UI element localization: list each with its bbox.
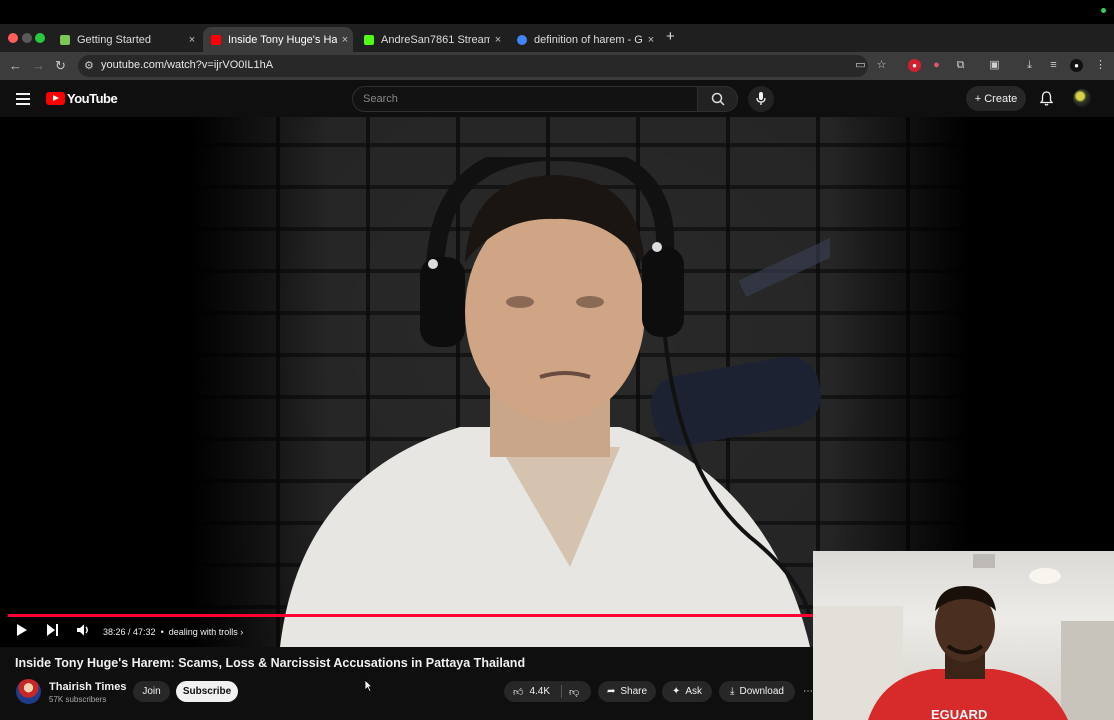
play-icon[interactable] bbox=[16, 623, 28, 637]
extensions-puzzle-icon[interactable]: ⧉ bbox=[954, 59, 967, 72]
channel-avatar[interactable] bbox=[16, 679, 41, 704]
tab-title: definition of harem - Google S bbox=[534, 33, 643, 46]
url-text: youtube.com/watch?v=ijrVO0IL1hA bbox=[101, 59, 274, 71]
reload-icon[interactable]: ↻ bbox=[55, 58, 66, 74]
time-display: 38:26 / 47:32 • dealing with trolls › bbox=[103, 627, 243, 637]
tab-close-icon[interactable]: × bbox=[490, 34, 506, 46]
download-icon: ⤓ bbox=[730, 686, 735, 697]
minimize-window-button[interactable] bbox=[22, 33, 32, 43]
youtube-header: YouTube Search + Create bbox=[0, 80, 1114, 117]
close-window-button[interactable] bbox=[8, 33, 18, 43]
install-app-icon[interactable]: ▭ bbox=[854, 59, 867, 72]
join-button[interactable]: Join bbox=[133, 681, 170, 702]
like-count: 4.4K bbox=[529, 686, 551, 697]
volume-icon[interactable] bbox=[76, 623, 90, 637]
subscribe-button[interactable]: Subscribe bbox=[176, 681, 238, 702]
kick-favicon-icon bbox=[364, 34, 374, 45]
search-placeholder: Search bbox=[363, 93, 398, 105]
video-progress-bar[interactable] bbox=[8, 614, 813, 617]
search-icon bbox=[711, 92, 725, 106]
video-title: Inside Tony Huge's Harem: Scams, Loss & … bbox=[15, 656, 526, 670]
like-dislike-group: 👍︎ 4.4K 👎︎ bbox=[504, 681, 591, 702]
profile-avatar-icon[interactable]: ● bbox=[1070, 59, 1083, 72]
next-video-icon[interactable] bbox=[46, 623, 59, 637]
tab-close-icon[interactable]: × bbox=[643, 34, 659, 46]
dislike-button[interactable]: 👎︎ bbox=[569, 686, 579, 698]
extension-icon[interactable]: ● bbox=[930, 59, 943, 72]
time-separator: • bbox=[160, 627, 164, 637]
share-arrow-icon: ➦ bbox=[606, 686, 616, 697]
youtube-wordmark: YouTube bbox=[67, 91, 118, 106]
channel-name[interactable]: Thairish Times bbox=[49, 681, 126, 693]
webcam-person: EGUARD bbox=[813, 554, 1114, 720]
browser-tab[interactable]: Getting Started × bbox=[52, 27, 200, 52]
tab-title: Getting Started bbox=[77, 33, 151, 46]
share-button[interactable]: ➦ Share bbox=[598, 681, 656, 702]
sparkle-icon: ✦ bbox=[671, 686, 681, 697]
share-label: Share bbox=[620, 686, 648, 697]
tab-close-icon[interactable]: × bbox=[184, 34, 200, 46]
thumbs-up-icon: 👍︎ bbox=[513, 686, 524, 698]
new-tab-button[interactable]: + bbox=[666, 28, 675, 45]
webcam-overlay: EGUARD bbox=[813, 551, 1114, 720]
thumbs-down-icon: 👎︎ bbox=[569, 686, 580, 698]
browser-tab[interactable]: definition of harem - Google S × bbox=[509, 27, 659, 52]
create-button[interactable]: + Create bbox=[966, 86, 1026, 111]
media-control-icon[interactable]: ≡ bbox=[1047, 59, 1060, 72]
svg-text:EGUARD: EGUARD bbox=[931, 707, 987, 720]
youtube-logo[interactable]: YouTube bbox=[46, 91, 118, 106]
browser-menu-icon[interactable]: ⋮ bbox=[1094, 59, 1107, 72]
download-label: Download bbox=[739, 686, 784, 697]
chapter-title[interactable]: dealing with trolls › bbox=[169, 627, 244, 637]
browser-tab[interactable]: AndreSan7861 Stream - Watc × bbox=[356, 27, 506, 52]
subscriber-count: 57K subscribers bbox=[49, 695, 107, 704]
account-avatar[interactable] bbox=[1073, 89, 1091, 107]
back-icon[interactable]: ← bbox=[9, 58, 22, 73]
microphone-icon bbox=[756, 92, 766, 105]
downloads-icon[interactable]: ⤓ bbox=[1023, 59, 1036, 72]
tab-title: AndreSan7861 Stream - Watc bbox=[381, 33, 490, 46]
download-button[interactable]: ⤓ Download bbox=[719, 681, 795, 702]
youtube-play-logo-icon bbox=[46, 92, 65, 105]
hamburger-menu-icon[interactable] bbox=[16, 93, 30, 108]
elapsed-total-time: 38:26 / 47:32 bbox=[103, 627, 156, 637]
ask-button[interactable]: ✦ Ask bbox=[662, 681, 712, 702]
google-favicon-icon bbox=[517, 34, 527, 45]
tab-close-icon[interactable]: × bbox=[337, 34, 353, 46]
tab-search-icon[interactable]: ▣ bbox=[988, 59, 1001, 72]
address-toolbar: ← → ↻ ⚙ youtube.com/watch?v=ijrVO0IL1hA … bbox=[0, 52, 1114, 80]
voice-search-button[interactable] bbox=[748, 86, 774, 112]
maximize-window-button[interactable] bbox=[35, 33, 45, 43]
search-button[interactable] bbox=[698, 86, 738, 112]
address-bar[interactable]: ⚙ youtube.com/watch?v=ijrVO0IL1hA bbox=[78, 55, 868, 77]
extension-icon[interactable]: ● bbox=[908, 59, 921, 72]
tab-title: Inside Tony Huge's Harem: Sc bbox=[228, 33, 337, 46]
forward-icon[interactable]: → bbox=[32, 58, 45, 73]
browser-tab-bar: Getting Started × Inside Tony Huge's Har… bbox=[0, 24, 1114, 52]
ask-label: Ask bbox=[685, 686, 703, 697]
search-input[interactable]: Search bbox=[352, 86, 698, 112]
like-button[interactable]: 👍︎ 4.4K bbox=[513, 686, 550, 698]
mouse-cursor-icon bbox=[364, 679, 373, 692]
getting-started-favicon-icon bbox=[60, 34, 70, 45]
status-dot bbox=[1101, 8, 1106, 13]
os-menu-bar bbox=[0, 0, 1114, 24]
site-info-icon[interactable]: ⚙ bbox=[84, 59, 94, 72]
notifications-bell-icon[interactable] bbox=[1040, 91, 1053, 106]
bookmark-star-icon[interactable]: ☆ bbox=[875, 59, 888, 72]
browser-tab-active[interactable]: Inside Tony Huge's Harem: Sc × bbox=[203, 27, 353, 52]
youtube-favicon-icon bbox=[211, 34, 221, 45]
video-frame-person bbox=[280, 157, 830, 647]
